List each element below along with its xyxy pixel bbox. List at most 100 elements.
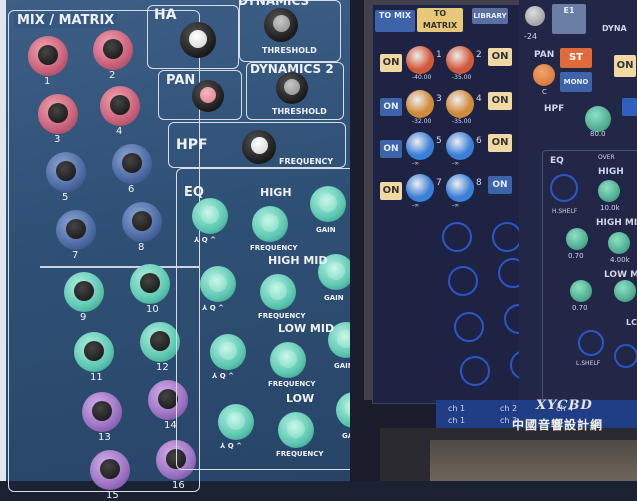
send-slot-ring[interactable] bbox=[492, 222, 522, 252]
mix-send-knob-13[interactable] bbox=[82, 392, 122, 432]
dynamics2-threshold-knob[interactable] bbox=[276, 72, 308, 104]
mix-send-knob-11[interactable] bbox=[74, 332, 114, 372]
dynamics1-title: DYNAMICS bbox=[238, 0, 310, 8]
send-level-knob[interactable] bbox=[406, 174, 434, 202]
eq-frequency-label: FREQUENCY bbox=[268, 380, 316, 388]
eq-3-q-knob[interactable] bbox=[218, 404, 254, 440]
mix-send-knob-7[interactable] bbox=[56, 210, 96, 250]
send-value: -∞ bbox=[412, 160, 420, 167]
send-on-button[interactable]: ON bbox=[380, 54, 402, 72]
send-on-button[interactable]: ON bbox=[488, 134, 512, 152]
eq-band-name: LOW MID bbox=[278, 322, 335, 335]
eq-0-frequency-knob[interactable] bbox=[252, 206, 288, 242]
hpf-screen-knob[interactable] bbox=[585, 106, 611, 132]
send-level-knob[interactable] bbox=[446, 46, 474, 74]
eq-0-gain-knob[interactable] bbox=[310, 186, 346, 222]
eq-2-frequency-knob[interactable] bbox=[270, 342, 306, 378]
send-on-button[interactable]: ON bbox=[380, 182, 402, 200]
send-slot-ring[interactable] bbox=[454, 312, 484, 342]
hpf-value: 80.0 bbox=[590, 130, 606, 138]
tab-library[interactable]: LIBRARY bbox=[472, 8, 508, 24]
ha-gain-knob[interactable] bbox=[180, 22, 216, 58]
mix-send-knob-10[interactable] bbox=[130, 264, 170, 304]
bezel-lower bbox=[430, 440, 637, 481]
knob-cap bbox=[66, 218, 86, 239]
ch1-label-a[interactable]: ch 1 bbox=[448, 404, 465, 413]
mix-matrix-title: MIX / MATRIX bbox=[14, 13, 118, 28]
mix-send-knob-4[interactable] bbox=[100, 86, 140, 126]
pan-knob[interactable] bbox=[192, 80, 224, 112]
eq-1-q-knob[interactable] bbox=[200, 266, 236, 302]
l-shelf-ring[interactable] bbox=[578, 330, 604, 356]
eq-gain-label: GAIN bbox=[324, 294, 344, 302]
send-level-knob[interactable] bbox=[406, 46, 434, 74]
mix-send-number: 3 bbox=[54, 134, 61, 145]
send-level-knob[interactable] bbox=[446, 174, 474, 202]
send-on-button[interactable]: ON bbox=[488, 92, 512, 110]
eq-0-q-knob[interactable] bbox=[192, 198, 228, 234]
dynamics2-threshold-label: THRESHOLD bbox=[272, 107, 327, 116]
mix-send-knob-15[interactable] bbox=[90, 450, 130, 490]
eq-title: EQ bbox=[184, 185, 204, 200]
st-button[interactable]: ST bbox=[560, 48, 592, 68]
send-on-button[interactable]: ON bbox=[488, 48, 512, 66]
eq-high-mid-label: HIGH MID bbox=[596, 218, 637, 228]
hpf-frequency-knob[interactable] bbox=[242, 130, 276, 164]
tab-to-mix[interactable]: TO MIX bbox=[375, 10, 415, 32]
send-number: 1 bbox=[436, 50, 442, 60]
eq-high-mid-freq-knob[interactable] bbox=[608, 232, 630, 254]
hpf-on-button[interactable] bbox=[622, 98, 637, 116]
send-level-knob[interactable] bbox=[406, 132, 434, 160]
eq-high-mid-q-knob[interactable] bbox=[566, 228, 588, 250]
ha-title: HA bbox=[154, 7, 177, 23]
send-slot-ring[interactable] bbox=[442, 222, 472, 252]
send-on-button[interactable]: ON bbox=[380, 98, 402, 116]
send-number: 2 bbox=[476, 50, 482, 60]
eq-high-freq-value: 10.0k bbox=[600, 204, 620, 212]
pan-screen-knob[interactable] bbox=[533, 64, 555, 86]
eq-3-frequency-knob[interactable] bbox=[278, 412, 314, 448]
mix-send-knob-5[interactable] bbox=[46, 152, 86, 192]
mix-send-knob-9[interactable] bbox=[64, 272, 104, 312]
dyna-on-button[interactable]: ON bbox=[614, 55, 636, 77]
hpf-screen-label: HPF bbox=[544, 104, 565, 114]
hpf-title: HPF bbox=[176, 137, 208, 153]
h-shelf-ring[interactable] bbox=[550, 174, 578, 202]
mix-send-number: 13 bbox=[98, 432, 111, 443]
send-slot-ring[interactable] bbox=[448, 266, 478, 296]
ch1-label-b[interactable]: ch 1 bbox=[448, 416, 465, 425]
mono-button[interactable]: MONO bbox=[560, 72, 592, 92]
tab-to-matrix[interactable]: TO MATRIX bbox=[417, 8, 463, 32]
send-slot-ring[interactable] bbox=[460, 356, 490, 386]
mix-send-knob-1[interactable] bbox=[28, 36, 68, 76]
ch2-label[interactable]: ch 2 bbox=[500, 404, 517, 413]
send-level-knob[interactable] bbox=[406, 90, 434, 118]
send-on-button[interactable]: ON bbox=[488, 176, 512, 194]
mix-send-knob-6[interactable] bbox=[112, 144, 152, 184]
mix-send-knob-8[interactable] bbox=[122, 202, 162, 242]
mix-send-knob-12[interactable] bbox=[140, 322, 180, 362]
l-shelf-label: L.SHELF bbox=[576, 360, 601, 367]
eq-q-label: ⅄ Q ^ bbox=[202, 304, 225, 312]
eq-q-label: ⅄ Q ^ bbox=[212, 372, 235, 380]
eq-band-name: HIGH MID bbox=[268, 254, 328, 267]
gain-knob-icon[interactable] bbox=[525, 6, 545, 26]
eq-low-mid-q-knob[interactable] bbox=[570, 280, 592, 302]
eq-1-frequency-knob[interactable] bbox=[260, 274, 296, 310]
mix-send-number: 10 bbox=[146, 304, 159, 315]
eq-low-mid-freq-knob[interactable] bbox=[614, 280, 636, 302]
eq-2-q-knob[interactable] bbox=[210, 334, 246, 370]
send-level-knob[interactable] bbox=[446, 90, 474, 118]
send-value: -35.00 bbox=[452, 74, 472, 81]
mix-send-knob-3[interactable] bbox=[38, 94, 78, 134]
e1-button[interactable]: E1 bbox=[552, 4, 586, 34]
send-on-button[interactable]: ON bbox=[380, 140, 402, 158]
send-level-knob[interactable] bbox=[446, 132, 474, 160]
eq-high-freq-knob[interactable] bbox=[598, 180, 620, 202]
knob-cap bbox=[48, 102, 68, 123]
eq-low-ring[interactable] bbox=[614, 344, 637, 368]
dynamics1-threshold-knob[interactable] bbox=[264, 8, 298, 42]
mix-send-number: 8 bbox=[138, 242, 145, 253]
mix-send-knob-2[interactable] bbox=[93, 30, 133, 70]
knob-cap bbox=[84, 340, 104, 361]
